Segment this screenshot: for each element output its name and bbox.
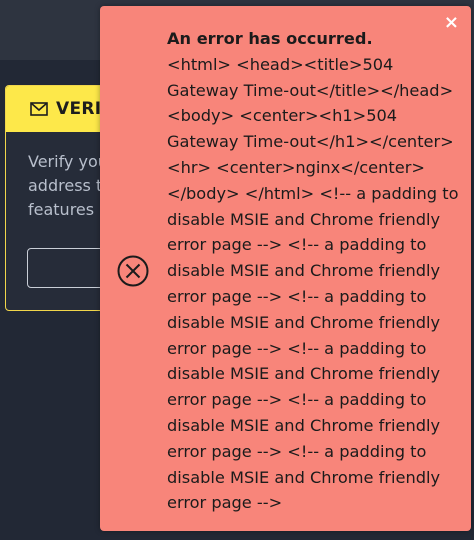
toast-title: An error has occurred. [167, 29, 373, 48]
error-toast: × An error has occurred. <html> <head><t… [100, 6, 471, 531]
circle-x-icon [117, 255, 149, 287]
toast-message: <html> <head><title>504 Gateway Time-out… [167, 54, 459, 513]
envelope-icon [30, 102, 48, 116]
toast-content: An error has occurred. <html> <head><tit… [167, 26, 463, 516]
